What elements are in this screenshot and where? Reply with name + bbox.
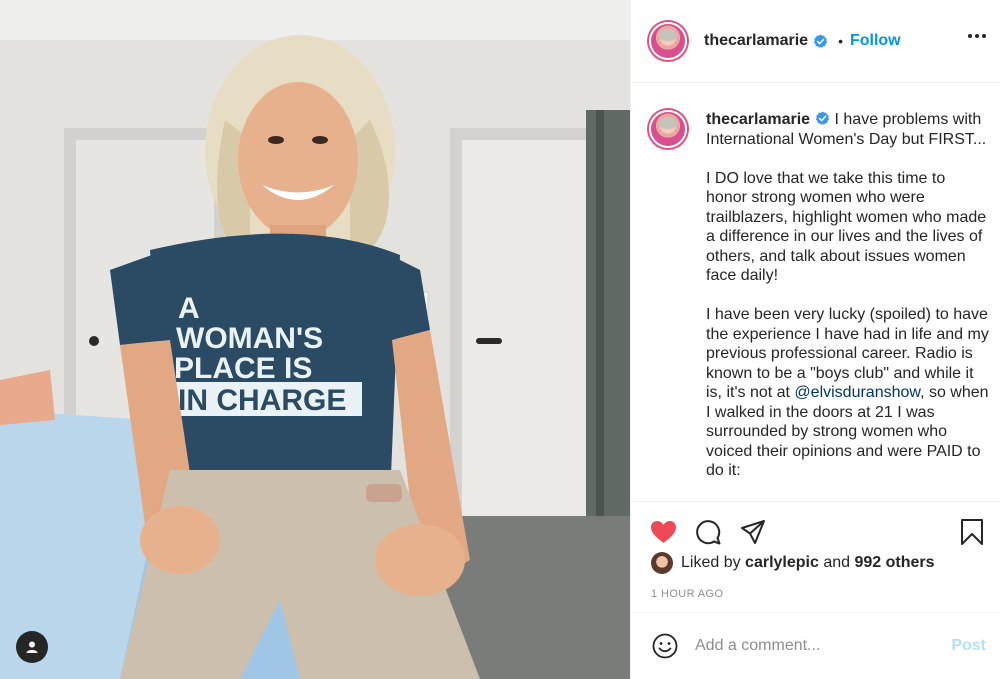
caption-comment: thecarlamarie I have problems with Inter… bbox=[649, 110, 990, 500]
post-details-panel: thecarlamarie • Follow thecarlamarie I h… bbox=[630, 0, 1000, 679]
likes-summary: Liked by carlylepic and 992 others bbox=[651, 552, 935, 574]
save-button[interactable] bbox=[958, 518, 986, 546]
like-button[interactable] bbox=[649, 518, 677, 546]
comment-icon bbox=[696, 519, 721, 544]
shirt-text-line-1: A bbox=[178, 292, 200, 325]
liker-avatar[interactable] bbox=[651, 552, 673, 574]
post-timestamp[interactable]: 1 HOUR AGO bbox=[651, 588, 723, 600]
verified-badge-icon bbox=[813, 34, 828, 49]
author-username[interactable]: thecarlamarie bbox=[704, 32, 808, 50]
user-tag-button[interactable] bbox=[16, 631, 48, 663]
header-separator: • bbox=[838, 33, 843, 49]
caption-scroll-area[interactable]: thecarlamarie I have problems with Inter… bbox=[631, 84, 1000, 501]
more-options-icon[interactable] bbox=[968, 34, 986, 38]
caption-username[interactable]: thecarlamarie bbox=[706, 111, 810, 128]
liker-username[interactable]: carlylepic bbox=[745, 554, 819, 572]
emoji-button[interactable] bbox=[651, 632, 679, 660]
likes-connector: and bbox=[823, 554, 851, 571]
comment-composer: Post bbox=[631, 612, 1000, 679]
caption-paragraph-3: I have been very lucky (spoiled) to have… bbox=[706, 305, 990, 481]
likes-others-link[interactable]: 992 others bbox=[854, 554, 934, 572]
caption-text: thecarlamarie I have problems with Inter… bbox=[706, 110, 990, 500]
verified-badge-icon bbox=[815, 111, 830, 126]
shirt-text-line-4: IN CHARGE bbox=[178, 384, 346, 417]
likes-prefix: Liked by bbox=[681, 554, 741, 571]
comment-button[interactable] bbox=[694, 518, 722, 546]
follow-button[interactable]: Follow bbox=[850, 32, 901, 50]
post-photo[interactable]: A WOMAN'S PLACE IS IN CHARGE bbox=[0, 0, 630, 679]
post-comment-button[interactable]: Post bbox=[951, 637, 986, 655]
user-tag-icon bbox=[26, 641, 38, 653]
post-header: thecarlamarie • Follow bbox=[631, 0, 1000, 83]
share-icon bbox=[741, 519, 765, 544]
mention-link[interactable]: @elvisduranshow bbox=[794, 384, 920, 401]
emoji-icon bbox=[652, 633, 678, 659]
heart-filled-icon bbox=[650, 520, 676, 543]
caption-author-avatar[interactable] bbox=[649, 110, 687, 148]
shirt-text-line-2: WOMAN'S bbox=[176, 322, 323, 355]
bookmark-icon bbox=[961, 518, 983, 545]
comment-input[interactable] bbox=[695, 637, 952, 655]
share-button[interactable] bbox=[739, 518, 767, 546]
author-avatar[interactable] bbox=[649, 22, 687, 60]
shirt-text-line-3: PLACE IS bbox=[174, 352, 312, 385]
post-image: A WOMAN'S PLACE IS IN CHARGE bbox=[0, 0, 630, 679]
caption-paragraph-2: I DO love that we take this time to hono… bbox=[706, 169, 987, 285]
